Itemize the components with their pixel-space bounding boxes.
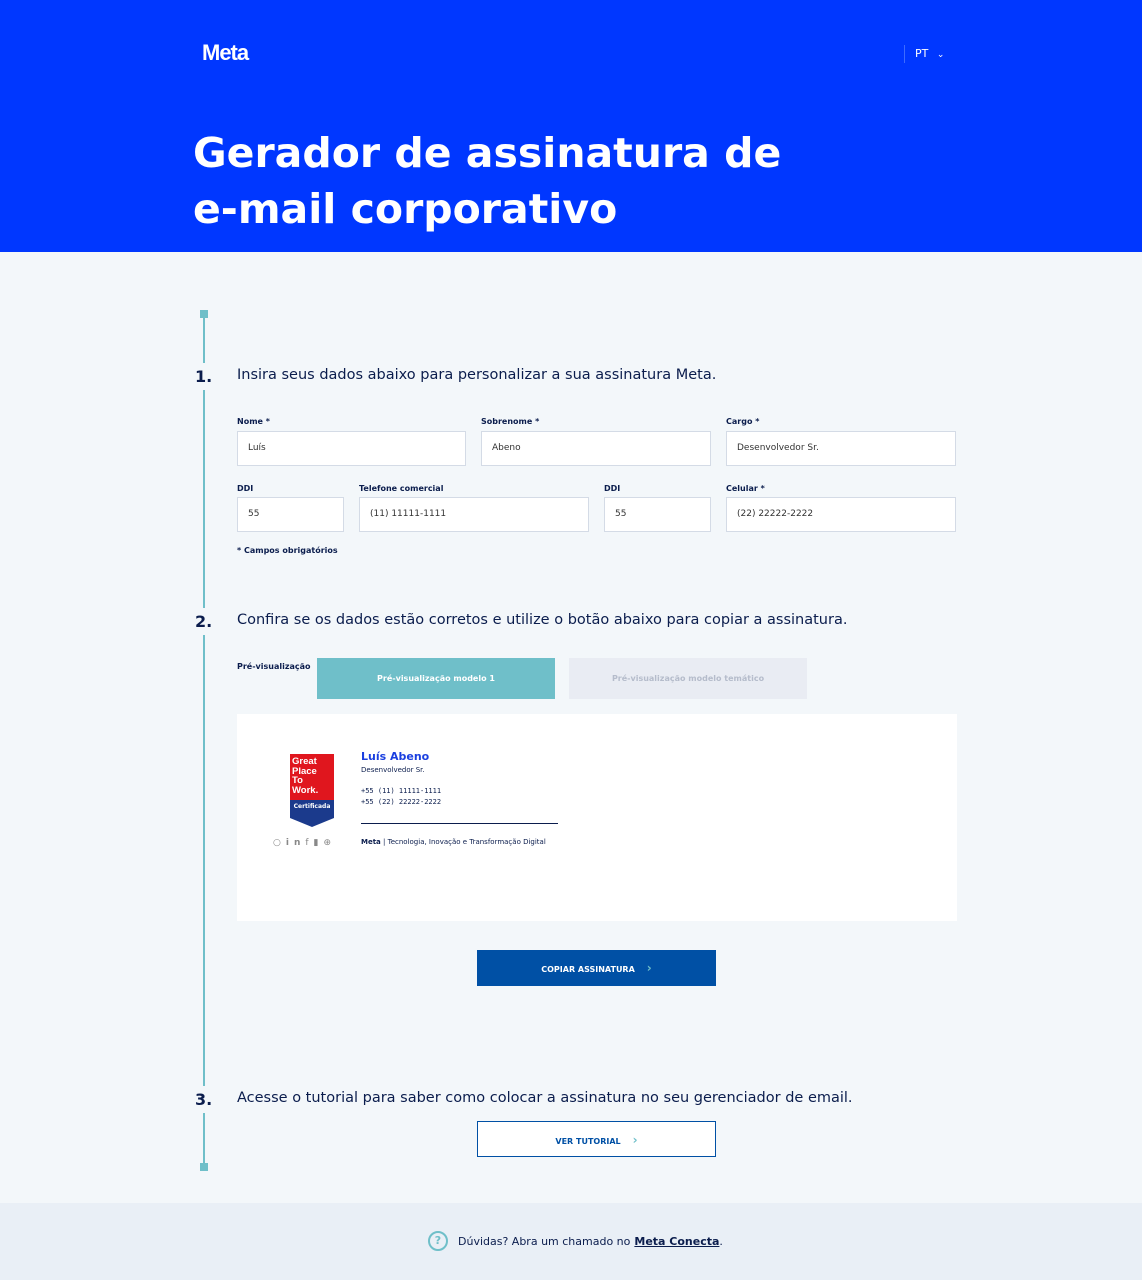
sobrenome-label: Sobrenome *	[481, 417, 540, 426]
telefone-input[interactable]: (11) 11111-1111	[359, 497, 589, 532]
required-note: * Campos obrigatórios	[237, 546, 338, 555]
signature-tagline: | Tecnologia, Inovação e Transformação D…	[383, 838, 546, 846]
language-value: PT	[915, 47, 929, 60]
nome-label: Nome *	[237, 417, 270, 426]
signature-phone-1: +55 (11) 11111-1111	[361, 787, 442, 795]
nome-input[interactable]: Luís	[237, 431, 466, 466]
step-2-text: Confira se os dados estão corretos e uti…	[237, 612, 848, 628]
preview-label: Pré-visualização	[237, 662, 311, 671]
cargo-input[interactable]: Desenvolvedor Sr.	[726, 431, 956, 466]
meta-conecta-link[interactable]: Meta Conecta	[634, 1235, 719, 1248]
sobrenome-input[interactable]: Abeno	[481, 431, 711, 466]
signature-preview: Great Place To Work. Certificada Luís Abeno…	[237, 714, 957, 921]
timeline-line	[203, 318, 205, 1166]
linkedin-icon[interactable]: in	[286, 838, 306, 848]
copy-signature-button[interactable]: COPIAR ASSINATURA ›	[477, 950, 716, 986]
chevron-right-icon: ›	[632, 1133, 638, 1147]
great-place-to-work-badge: Great Place To Work. Certificada	[290, 754, 334, 828]
header: Meta PT ⌄ Gerador de assinatura de e-mail…	[0, 0, 1142, 252]
step-3-number: 3.	[195, 1086, 213, 1113]
title-line-1: Gerador de assinatura de	[193, 129, 782, 177]
tab-preview-thematic[interactable]: Pré-visualização modelo temático	[569, 658, 807, 699]
globe-icon[interactable]: ⊕	[323, 838, 336, 848]
tutorial-label: VER TUTORIAL	[555, 1137, 621, 1146]
step-1-number: 1.	[195, 363, 213, 390]
title-line-2: e-mail corporativo	[193, 185, 618, 233]
step-2-number: 2.	[195, 608, 213, 635]
footer-period: .	[719, 1234, 723, 1248]
help-icon: ?	[428, 1231, 448, 1251]
language-selector[interactable]: PT ⌄	[904, 45, 944, 63]
signature-divider	[361, 823, 558, 824]
chevron-right-icon: ›	[646, 961, 652, 975]
view-tutorial-button[interactable]: VER TUTORIAL ›	[477, 1121, 716, 1157]
badge-text: Work.	[292, 784, 319, 796]
page-title: Gerador de assinatura de e-mail corporati…	[193, 125, 781, 237]
ddi-celular-input[interactable]: 55	[604, 497, 711, 532]
tab-preview-model-1[interactable]: Pré-visualização modelo 1	[317, 658, 555, 699]
signature-role: Desenvolvedor Sr.	[361, 766, 425, 774]
cargo-label: Cargo *	[726, 417, 760, 426]
footer: ? Dúvidas? Abra um chamado no Meta Conec…	[0, 1203, 1142, 1280]
chevron-down-icon: ⌄	[936, 50, 945, 60]
timeline-end-marker	[200, 1163, 208, 1171]
badge-cert: Certificada	[290, 800, 334, 818]
celular-input[interactable]: (22) 22222-2222	[726, 497, 956, 532]
ddi-label: DDI	[237, 484, 254, 493]
copy-label: COPIAR ASSINATURA	[541, 965, 635, 974]
signature-name: Luís Abeno	[361, 750, 430, 763]
signature-phone-2: +55 (22) 22222-2222	[361, 798, 442, 806]
instagram-icon[interactable]: ○	[273, 838, 286, 848]
ddi-celular-label: DDI	[604, 484, 621, 493]
meta-logo[interactable]: Meta	[202, 40, 249, 66]
youtube-icon[interactable]: ▮	[314, 838, 324, 848]
timeline-start-marker	[200, 310, 208, 318]
ddi-comercial-input[interactable]: 55	[237, 497, 344, 532]
footer-text: Dúvidas? Abra um chamado no	[458, 1234, 631, 1248]
facebook-icon[interactable]: f	[305, 838, 313, 848]
step-1-text: Insira seus dados abaixo para personaliz…	[237, 367, 717, 383]
signature-brand: Meta	[361, 838, 381, 846]
step-3-text: Acesse o tutorial para saber como coloca…	[237, 1090, 853, 1106]
celular-label: Celular *	[726, 484, 765, 493]
telefone-label: Telefone comercial	[359, 484, 444, 493]
